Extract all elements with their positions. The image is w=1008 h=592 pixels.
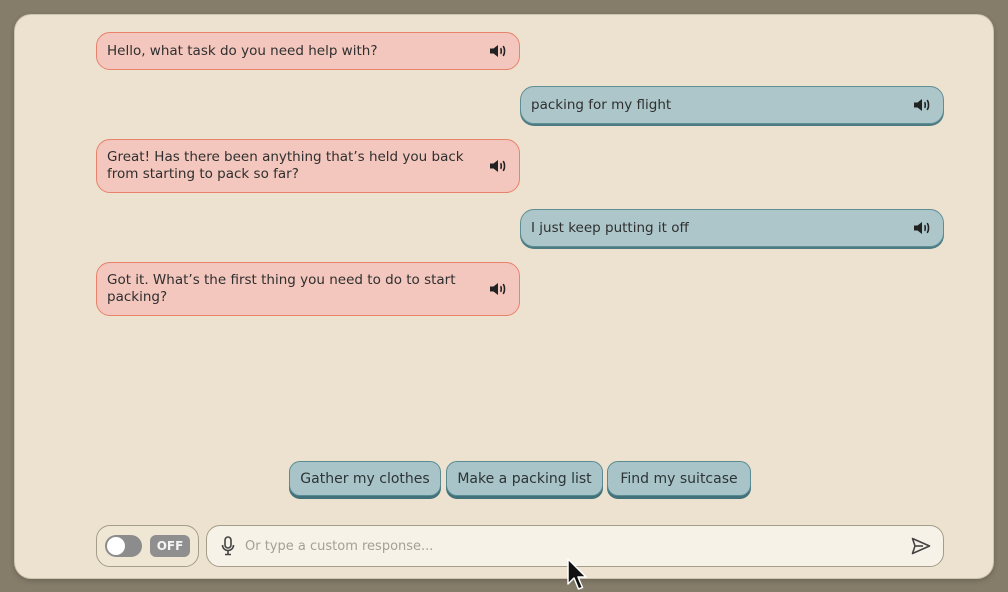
- suggestion-find-suitcase-button[interactable]: Find my suitcase: [607, 461, 751, 496]
- message-text: Hello, what task do you need help with?: [107, 42, 378, 59]
- message-text: packing for my flight: [531, 96, 672, 113]
- user-message: packing for my flight: [520, 86, 944, 124]
- suggestion-packing-list-button[interactable]: Make a packing list: [446, 461, 603, 496]
- suggestion-gather-clothes-button[interactable]: Gather my clothes: [289, 461, 441, 496]
- microphone-icon[interactable]: [221, 536, 235, 556]
- speaker-icon[interactable]: [913, 220, 931, 236]
- user-message: I just keep putting it off: [520, 209, 944, 247]
- speaker-icon[interactable]: [913, 97, 931, 113]
- custom-response-input[interactable]: [245, 538, 911, 554]
- send-icon[interactable]: [911, 537, 931, 555]
- toggle-knob: [107, 537, 125, 555]
- speaker-icon[interactable]: [489, 43, 507, 59]
- voice-toggle-switch[interactable]: [105, 535, 142, 557]
- message-text: Great! Has there been anything that’s he…: [107, 149, 464, 182]
- speaker-icon[interactable]: [489, 281, 507, 297]
- message-text: I just keep putting it off: [531, 219, 689, 236]
- mouse-cursor-icon: [567, 558, 587, 590]
- chat-window: Hello, what task do you need help with? …: [15, 15, 993, 578]
- bot-message: Got it. What’s the first thing you need …: [96, 262, 520, 316]
- voice-toggle-container: OFF: [96, 525, 199, 567]
- toggle-state-label: OFF: [150, 535, 190, 557]
- bot-message: Hello, what task do you need help with?: [96, 32, 520, 70]
- speaker-icon[interactable]: [489, 158, 507, 174]
- message-text: Got it. What’s the first thing you need …: [107, 272, 456, 305]
- bot-message: Great! Has there been anything that’s he…: [96, 139, 520, 193]
